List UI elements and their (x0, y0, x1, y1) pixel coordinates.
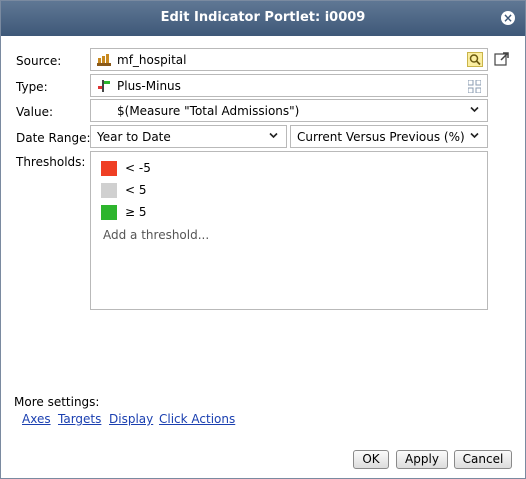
grid-icon[interactable] (468, 80, 481, 93)
date-range-period-value: Year to Date (97, 130, 171, 144)
value-selected: $(Measure "Total Admissions") (117, 104, 300, 118)
dialog-title: Edit Indicator Portlet: i0009 (160, 10, 366, 25)
edit-indicator-dialog: Edit Indicator Portlet: i0009 × Source: … (0, 0, 526, 479)
value-label: Value: (16, 105, 53, 119)
source-label: Source: (16, 54, 62, 68)
thresholds-list: < -5 < 5 ≥ 5 Add a threshold... (90, 151, 488, 310)
date-range-label: Date Range: (16, 131, 91, 145)
threshold-text-2[interactable]: < 5 (125, 183, 147, 197)
display-link[interactable]: Display (109, 412, 153, 426)
ok-button[interactable]: OK (353, 450, 389, 469)
data-source-icon (97, 54, 111, 66)
dialog-titlebar[interactable]: Edit Indicator Portlet: i0009 × (1, 1, 525, 36)
chevron-down-icon (470, 132, 479, 139)
chevron-down-icon (470, 106, 479, 113)
axes-link[interactable]: Axes (22, 412, 51, 426)
open-source-icon[interactable] (494, 51, 510, 67)
thresholds-label: Thresholds: (16, 155, 86, 169)
threshold-text-3[interactable]: ≥ 5 (125, 205, 147, 219)
threshold-color-swatch-2[interactable] (101, 183, 117, 198)
more-settings-label: More settings: (14, 395, 100, 409)
date-range-period-select[interactable]: Year to Date (90, 125, 287, 148)
date-range-comparison-select[interactable]: Current Versus Previous (%) (290, 125, 488, 148)
click-actions-link[interactable]: Click Actions (159, 412, 235, 426)
threshold-color-swatch-3[interactable] (101, 205, 117, 220)
browse-source-button[interactable] (467, 52, 483, 67)
apply-button[interactable]: Apply (396, 450, 448, 469)
threshold-color-swatch-1[interactable] (101, 161, 117, 176)
close-icon[interactable]: × (501, 11, 515, 25)
add-threshold-link[interactable]: Add a threshold... (103, 228, 209, 242)
targets-link[interactable]: Targets (58, 412, 101, 426)
source-value: mf_hospital (117, 53, 187, 67)
cancel-button[interactable]: Cancel (454, 450, 512, 469)
date-range-comparison-value: Current Versus Previous (%) (297, 130, 465, 144)
search-icon (469, 54, 481, 66)
value-select[interactable]: $(Measure "Total Admissions") (90, 99, 488, 122)
source-field[interactable]: mf_hospital (90, 48, 488, 71)
type-label: Type: (16, 80, 48, 94)
chevron-down-icon (269, 132, 278, 139)
type-value: Plus-Minus (117, 79, 181, 93)
plus-minus-icon (98, 80, 110, 92)
type-field[interactable]: Plus-Minus (90, 74, 488, 97)
threshold-text-1[interactable]: < -5 (125, 161, 151, 175)
